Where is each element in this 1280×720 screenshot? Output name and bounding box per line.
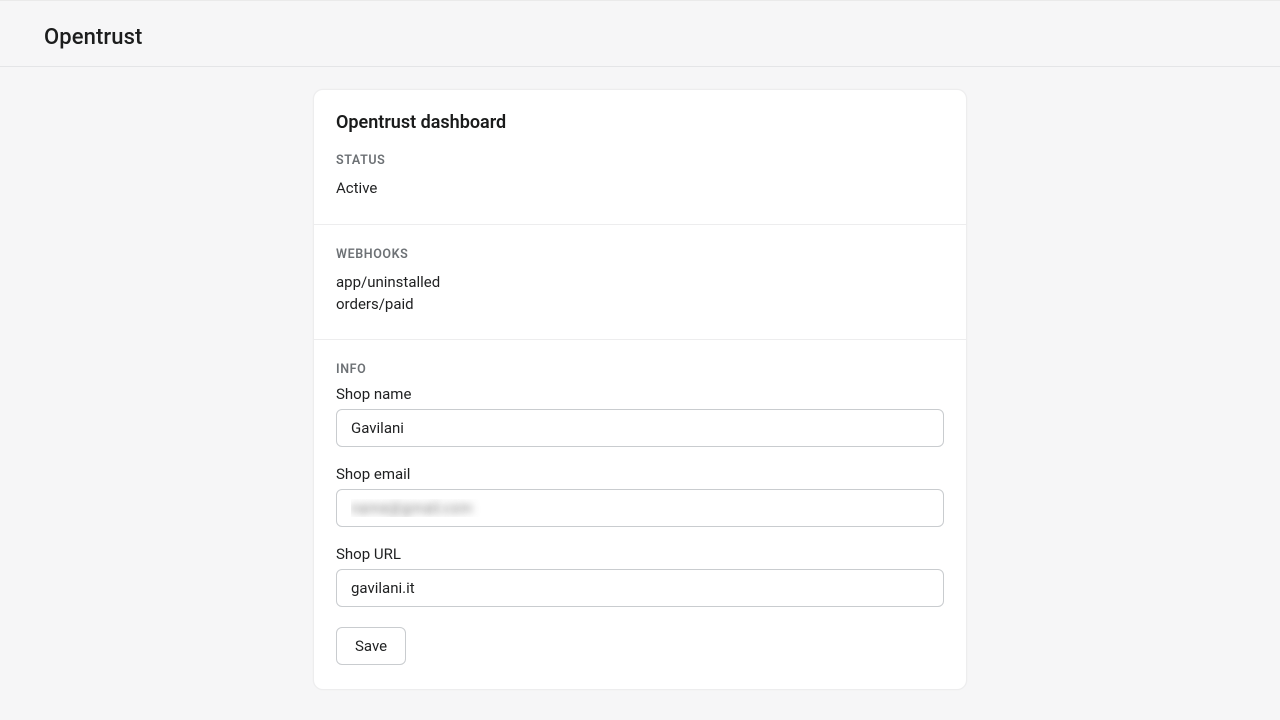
dashboard-card: Opentrust dashboard STATUS Active WEBHOO… xyxy=(313,89,967,690)
shop-name-label: Shop name xyxy=(336,385,944,403)
webhooks-item: app/uninstalled xyxy=(336,272,944,294)
webhooks-section: WEBHOOKS app/uninstalled orders/paid xyxy=(314,224,966,340)
status-label: STATUS xyxy=(336,153,944,168)
shop-email-field-wrapper: Shop email xyxy=(336,465,944,527)
card-title: Opentrust dashboard xyxy=(336,112,944,133)
status-section: Opentrust dashboard STATUS Active xyxy=(314,90,966,224)
shop-name-input[interactable] xyxy=(336,409,944,447)
app-header: Opentrust xyxy=(0,7,1280,67)
shop-email-input[interactable] xyxy=(336,489,944,527)
shop-email-label: Shop email xyxy=(336,465,944,483)
window-top-divider xyxy=(0,0,1280,7)
app-title: Opentrust xyxy=(44,25,1236,50)
page-body: Opentrust dashboard STATUS Active WEBHOO… xyxy=(0,67,1280,690)
shop-url-field-wrapper: Shop URL xyxy=(336,545,944,607)
webhooks-label: WEBHOOKS xyxy=(336,247,944,262)
info-section: INFO Shop name Shop email Shop URL Save xyxy=(314,339,966,689)
status-value: Active xyxy=(336,178,944,200)
shop-name-field-wrapper: Shop name xyxy=(336,385,944,447)
info-label: INFO xyxy=(336,362,944,377)
webhooks-item: orders/paid xyxy=(336,294,944,316)
save-button[interactable]: Save xyxy=(336,627,406,665)
shop-url-input[interactable] xyxy=(336,569,944,607)
shop-url-label: Shop URL xyxy=(336,545,944,563)
